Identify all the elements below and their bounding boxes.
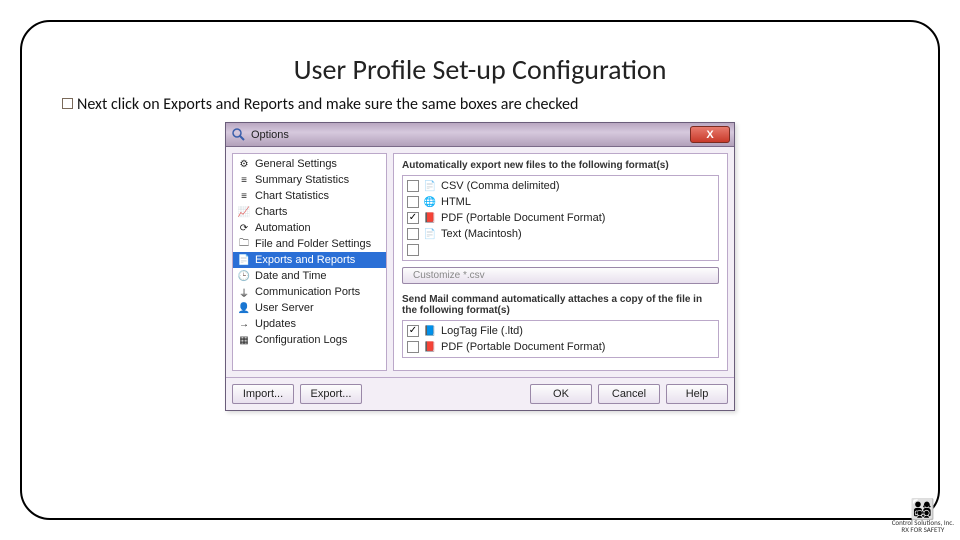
export-row[interactable]: 📕 PDF (Portable Document Format) xyxy=(405,210,716,226)
app-icon xyxy=(232,128,246,142)
export-section-label: Automatically export new files to the fo… xyxy=(402,160,719,171)
nav-item-updates[interactable]: → Updates xyxy=(233,316,386,332)
export-label: Text (Macintosh) xyxy=(441,228,522,240)
slide-body-text: Next click on Exports and Reports and ma… xyxy=(77,95,578,114)
nav-item-date-and-time[interactable]: 🕒 Date and Time xyxy=(233,268,386,284)
export-format-icon: 📕 xyxy=(423,211,437,225)
nav-label: Communication Ports xyxy=(255,286,360,298)
mail-section-label: Send Mail command automatically attaches… xyxy=(402,294,719,316)
export-format-icon: 📄 xyxy=(423,227,437,241)
nav-item-exports-and-reports[interactable]: 📄 Exports and Reports xyxy=(233,252,386,268)
nav-label: Configuration Logs xyxy=(255,334,347,346)
nav-label: General Settings xyxy=(255,158,337,170)
export-checkbox[interactable] xyxy=(407,244,419,256)
mail-format-list: 📘 LogTag File (.ltd) 📕 PDF (Portable Docume… xyxy=(402,320,719,358)
mail-label: PDF (Portable Document Format) xyxy=(441,341,605,353)
nav-item-general-settings[interactable]: ⚙ General Settings xyxy=(233,156,386,172)
export-button[interactable]: Export... xyxy=(300,384,362,404)
nav-icon: 📄 xyxy=(237,253,251,267)
nav-label: Summary Statistics xyxy=(255,174,349,186)
options-window: Options X ⚙ General Settings ≡ Summary Stat… xyxy=(225,122,735,411)
export-format-icon: 🌐 xyxy=(423,195,437,209)
help-button[interactable]: Help xyxy=(666,384,728,404)
nav-label: Exports and Reports xyxy=(255,254,355,266)
nav-icon: ⟳ xyxy=(237,221,251,235)
export-checkbox[interactable] xyxy=(407,212,419,224)
bullet-square-icon xyxy=(62,98,73,109)
nav-label: Automation xyxy=(255,222,311,234)
nav-item-summary-statistics[interactable]: ≡ Summary Statistics xyxy=(233,172,386,188)
people-icon: 👨‍👩‍👧‍👦 xyxy=(892,501,954,519)
export-format-icon: 📄 xyxy=(423,179,437,193)
mail-format-icon: 📕 xyxy=(423,340,437,354)
nav-label: Chart Statistics xyxy=(255,190,329,202)
button-bar: Import... Export... OK Cancel Help xyxy=(226,377,734,410)
company-logo: 👨‍👩‍👧‍👦 Control Solutions, Inc. RX FOR S… xyxy=(892,501,954,534)
export-checkbox[interactable] xyxy=(407,228,419,240)
slide-body: Next click on Exports and Reports and ma… xyxy=(62,95,898,114)
mail-checkbox[interactable] xyxy=(407,341,419,353)
nav-icon: → xyxy=(237,317,251,331)
nav-icon: ⚙ xyxy=(237,157,251,171)
window-body: ⚙ General Settings ≡ Summary Statistics ≡ Cha… xyxy=(226,147,734,377)
export-label: CSV (Comma delimited) xyxy=(441,180,560,192)
nav-icon: 📈 xyxy=(237,205,251,219)
nav-item-charts[interactable]: 📈 Charts xyxy=(233,204,386,220)
nav-icon: 🗀 xyxy=(237,237,251,251)
nav-item-file-and-folder-settings[interactable]: 🗀 File and Folder Settings xyxy=(233,236,386,252)
customize-csv-button[interactable]: Customize *.csv xyxy=(402,267,719,284)
export-checkbox[interactable] xyxy=(407,196,419,208)
nav-item-communication-ports[interactable]: ⏚ Communication Ports xyxy=(233,284,386,300)
content-panel: Automatically export new files to the fo… xyxy=(393,153,728,371)
mail-format-icon: 📘 xyxy=(423,324,437,338)
mail-row[interactable]: 📕 PDF (Portable Document Format) xyxy=(405,339,716,355)
nav-icon: ▦ xyxy=(237,333,251,347)
close-icon: X xyxy=(706,129,713,141)
nav-icon: ≡ xyxy=(237,189,251,203)
titlebar[interactable]: Options X xyxy=(226,123,734,147)
mail-checkbox[interactable] xyxy=(407,325,419,337)
nav-panel: ⚙ General Settings ≡ Summary Statistics ≡ Cha… xyxy=(232,153,387,371)
export-checkbox[interactable] xyxy=(407,180,419,192)
nav-icon: 👤 xyxy=(237,301,251,315)
import-button[interactable]: Import... xyxy=(232,384,294,404)
nav-icon: ⏚ xyxy=(237,285,251,299)
export-row[interactable] xyxy=(405,242,716,258)
nav-item-chart-statistics[interactable]: ≡ Chart Statistics xyxy=(233,188,386,204)
nav-item-automation[interactable]: ⟳ Automation xyxy=(233,220,386,236)
nav-label: Date and Time xyxy=(255,270,327,282)
nav-item-configuration-logs[interactable]: ▦ Configuration Logs xyxy=(233,332,386,348)
mail-row[interactable]: 📘 LogTag File (.ltd) xyxy=(405,323,716,339)
nav-label: Updates xyxy=(255,318,296,330)
ok-button[interactable]: OK xyxy=(530,384,592,404)
close-button[interactable]: X xyxy=(690,126,730,143)
logo-line2: RX FOR SAFETY xyxy=(892,526,954,534)
export-label: PDF (Portable Document Format) xyxy=(441,212,605,224)
nav-item-user-server[interactable]: 👤 User Server xyxy=(233,300,386,316)
export-format-icon xyxy=(423,243,437,257)
nav-label: User Server xyxy=(255,302,314,314)
slide-title: User Profile Set-up Configuration xyxy=(62,52,898,87)
export-row[interactable]: 📄 CSV (Comma delimited) xyxy=(405,178,716,194)
cancel-button[interactable]: Cancel xyxy=(598,384,660,404)
mail-label: LogTag File (.ltd) xyxy=(441,325,523,337)
export-format-list: 📄 CSV (Comma delimited) 🌐 HTML 📕 PDF (Portabl… xyxy=(402,175,719,261)
window-title: Options xyxy=(251,129,289,141)
export-row[interactable]: 🌐 HTML xyxy=(405,194,716,210)
export-row[interactable]: 📄 Text (Macintosh) xyxy=(405,226,716,242)
export-label: HTML xyxy=(441,196,471,208)
nav-label: Charts xyxy=(255,206,287,218)
nav-label: File and Folder Settings xyxy=(255,238,371,250)
slide-frame: User Profile Set-up Configuration Next c… xyxy=(20,20,940,520)
nav-icon: ≡ xyxy=(237,173,251,187)
nav-icon: 🕒 xyxy=(237,269,251,283)
